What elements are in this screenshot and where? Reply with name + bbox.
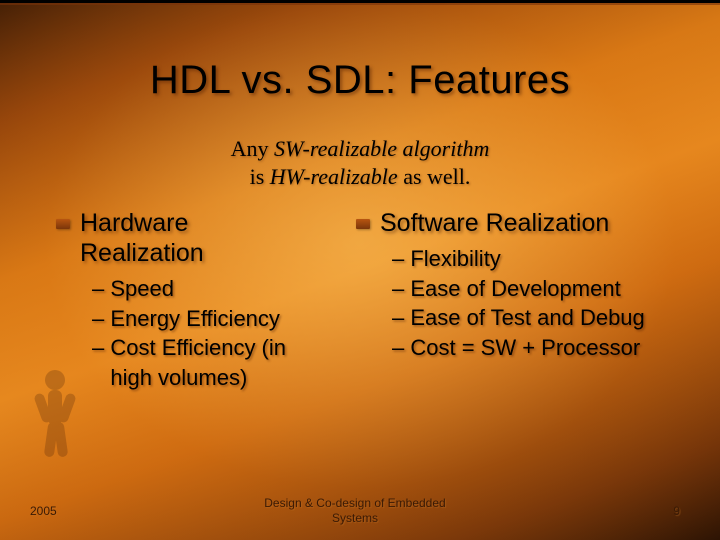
content-columns: Hardware Realization – Speed – Energy Ef… — [0, 208, 720, 393]
footer-page-number: 9 — [480, 504, 720, 518]
list-item: – Ease of Development — [392, 274, 710, 304]
footer: 2005 Design & Co-design of Embedded Syst… — [0, 496, 720, 526]
right-heading-text: Software Realization — [380, 209, 609, 237]
subtitle-line2-em: HW-realizable — [270, 164, 398, 189]
list-item: – Energy Efficiency — [92, 304, 350, 334]
subtitle-line1-pre: Any — [231, 136, 274, 161]
watermark-figure — [10, 360, 100, 470]
footer-center-line1: Design & Co-design of Embedded — [264, 496, 445, 510]
left-heading: Hardware Realization — [80, 208, 350, 268]
left-sublist: – Speed – Energy Efficiency – Cost Effic… — [80, 274, 350, 393]
slide-subtitle: Any SW-realizable algorithm is HW-realiz… — [0, 135, 720, 190]
list-item: – Cost Efficiency (in — [92, 333, 350, 363]
right-heading: Software Realization — [380, 208, 710, 238]
bullet-icon — [56, 219, 70, 229]
list-item: high volumes) — [92, 363, 350, 393]
slide: HDL vs. SDL: Features Any SW-realizable … — [0, 0, 720, 540]
subtitle-line2-pre: is — [250, 164, 270, 189]
right-sublist: – Flexibility – Ease of Development – Ea… — [380, 244, 710, 363]
left-heading-line2: Realization — [80, 239, 204, 267]
bullet-icon — [356, 219, 370, 229]
slide-title: HDL vs. SDL: Features — [0, 0, 720, 103]
footer-center: Design & Co-design of Embedded Systems — [230, 496, 480, 526]
left-heading-line1: Hardware — [80, 209, 188, 237]
footer-year: 2005 — [0, 504, 230, 518]
right-column: Software Realization – Flexibility – Eas… — [360, 208, 720, 393]
list-item: – Flexibility — [392, 244, 710, 274]
subtitle-line1-em: SW-realizable algorithm — [274, 136, 489, 161]
list-item: – Cost = SW + Processor — [392, 333, 710, 363]
footer-center-line2: Systems — [332, 511, 378, 525]
subtitle-line2-post: as well. — [398, 164, 471, 189]
list-item: – Speed — [92, 274, 350, 304]
list-item: – Ease of Test and Debug — [392, 303, 710, 333]
